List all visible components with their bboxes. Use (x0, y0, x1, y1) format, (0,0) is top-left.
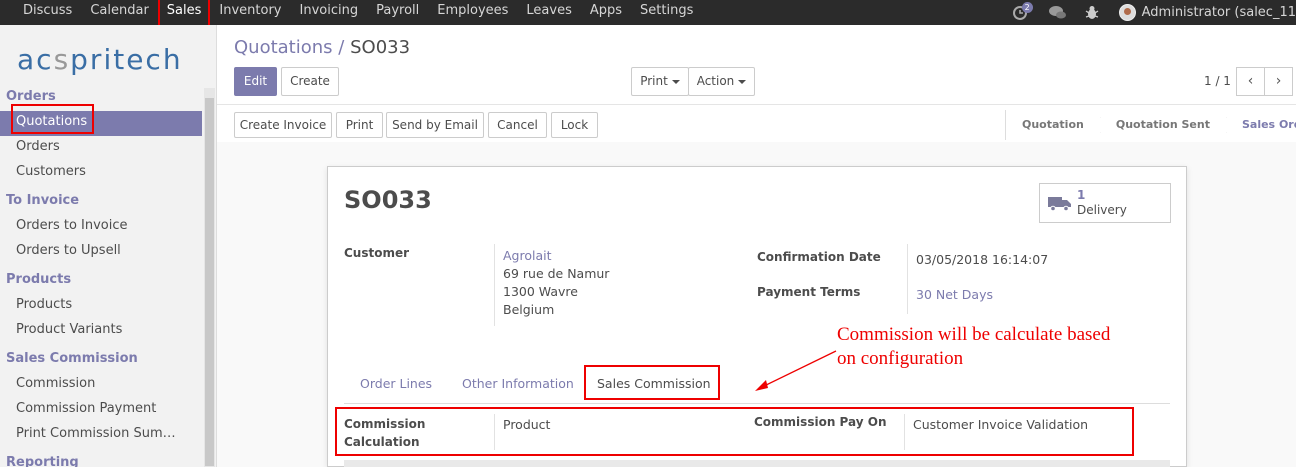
sidebar-scrollbar-thumb[interactable] (205, 98, 214, 466)
address-line-2: 1300 Wavre (503, 284, 578, 299)
breadcrumb-current: SO033 (350, 37, 411, 58)
address-line-1: 69 rue de Namur (503, 266, 610, 281)
tab-other-information[interactable]: Other Information (462, 376, 574, 391)
sidebar-item-orders-to-invoice[interactable]: Orders to Invoice (0, 215, 202, 240)
pager-next-button[interactable]: › (1264, 67, 1293, 96)
nav-employees[interactable]: Employees (428, 0, 517, 25)
annotation-arrow (755, 350, 837, 391)
activity-icon[interactable]: 2 (1012, 1, 1033, 21)
debug-bug-icon[interactable] (1085, 5, 1101, 21)
sidebar-scrollbar[interactable] (204, 88, 215, 467)
stage-quotation-sent[interactable]: Quotation Sent (1100, 110, 1227, 140)
lock-button[interactable]: Lock (551, 112, 598, 138)
company-logo: acspritech (17, 43, 183, 76)
sidebar-item-commission[interactable]: Commission (0, 373, 202, 398)
record-title: SO033 (344, 186, 432, 214)
breadcrumb-separator: / (338, 37, 345, 58)
print-dropdown[interactable]: Print (631, 67, 689, 96)
cancel-button[interactable]: Cancel (488, 112, 547, 138)
send-by-email-button[interactable]: Send by Email (386, 112, 484, 138)
status-bar: Quotation Quotation Sent Sales Order (1005, 110, 1296, 140)
truck-icon (1048, 197, 1071, 211)
sidebar-item-product-variants[interactable]: Product Variants (0, 319, 202, 344)
pager-previous-button[interactable]: ‹ (1236, 67, 1265, 96)
stage-quotation[interactable]: Quotation (1006, 110, 1101, 140)
tabs-divider (344, 403, 1170, 404)
sidebar-section-products[interactable]: Products (0, 270, 202, 294)
payment-terms-label: Payment Terms (757, 285, 861, 299)
create-invoice-button[interactable]: Create Invoice (234, 112, 332, 138)
delivery-count: 1 (1077, 188, 1086, 202)
nav-leaves[interactable]: Leaves (517, 0, 580, 25)
nav-settings[interactable]: Settings (631, 0, 702, 25)
systray: 2 Administrator (salec_11 (1003, 0, 1296, 25)
pager-value[interactable]: 1 / 1 (1204, 74, 1231, 88)
customer-link[interactable]: Agrolait (503, 248, 552, 263)
commission-table-header (344, 460, 1170, 467)
user-avatar[interactable] (1118, 4, 1136, 21)
action-dropdown[interactable]: Action (688, 67, 755, 96)
chat-icon[interactable] (1048, 5, 1066, 21)
app-menu: Discuss Calendar Sales Inventory Invoici… (14, 0, 702, 27)
activity-badge: 2 (1021, 1, 1033, 13)
sidebar-section-sales-commission[interactable]: Sales Commission (0, 349, 202, 373)
sidebar-item-orders-to-upsell[interactable]: Orders to Upsell (0, 240, 202, 265)
confirmation-date-value: 03/05/2018 16:14:07 (916, 252, 1049, 267)
annotation-text: Commission will be calculate based on co… (837, 324, 1111, 369)
print-button[interactable]: Print (336, 112, 383, 138)
nav-payroll[interactable]: Payroll (367, 0, 428, 25)
address-line-3: Belgium (503, 302, 555, 317)
nav-calendar[interactable]: Calendar (81, 0, 157, 25)
sidebar-item-orders[interactable]: Orders (0, 136, 202, 161)
field-separator (494, 244, 495, 326)
sidebar-item-print-commission-summary[interactable]: Print Commission Sum… (0, 423, 202, 448)
sidebar-item-customers[interactable]: Customers (0, 161, 202, 186)
confirmation-date-label: Confirmation Date (757, 250, 881, 264)
highlight-commission-fields (335, 407, 1134, 456)
breadcrumb: Quotations / SO033 (234, 37, 410, 58)
control-panel-divider (217, 104, 1296, 105)
breadcrumb-parent[interactable]: Quotations (234, 37, 333, 58)
chevron-down-icon (671, 79, 680, 84)
highlight-sales-commission-tab (584, 365, 720, 400)
field-separator (907, 244, 908, 314)
customer-label: Customer (344, 246, 410, 260)
chevron-down-icon (738, 79, 747, 84)
nav-apps[interactable]: Apps (581, 0, 631, 25)
nav-inventory[interactable]: Inventory (210, 0, 290, 25)
nav-discuss[interactable]: Discuss (14, 0, 81, 25)
create-button[interactable]: Create (281, 67, 339, 96)
payment-terms-link[interactable]: 30 Net Days (916, 287, 993, 302)
sidebar-section-to-invoice[interactable]: To Invoice (0, 191, 202, 215)
top-navbar: Discuss Calendar Sales Inventory Invoici… (0, 0, 1296, 27)
tab-order-lines[interactable]: Order Lines (360, 376, 432, 391)
user-menu[interactable]: Administrator (salec_11 (1142, 5, 1296, 20)
nav-invoicing[interactable]: Invoicing (291, 0, 368, 25)
delivery-label: Delivery (1077, 203, 1127, 217)
sidebar-menu: Orders Quotations Orders Customers To In… (0, 87, 202, 467)
stage-sales-order[interactable]: Sales Order (1226, 110, 1296, 140)
nav-sales[interactable]: Sales (157, 0, 211, 27)
sidebar-item-commission-payment[interactable]: Commission Payment (0, 398, 202, 423)
sidebar-section-reporting[interactable]: Reporting (0, 453, 202, 467)
sidebar-item-products[interactable]: Products (0, 294, 202, 319)
highlight-quotations (11, 104, 94, 134)
edit-button[interactable]: Edit (234, 67, 277, 96)
delivery-smart-button[interactable]: 1 Delivery (1039, 183, 1171, 223)
